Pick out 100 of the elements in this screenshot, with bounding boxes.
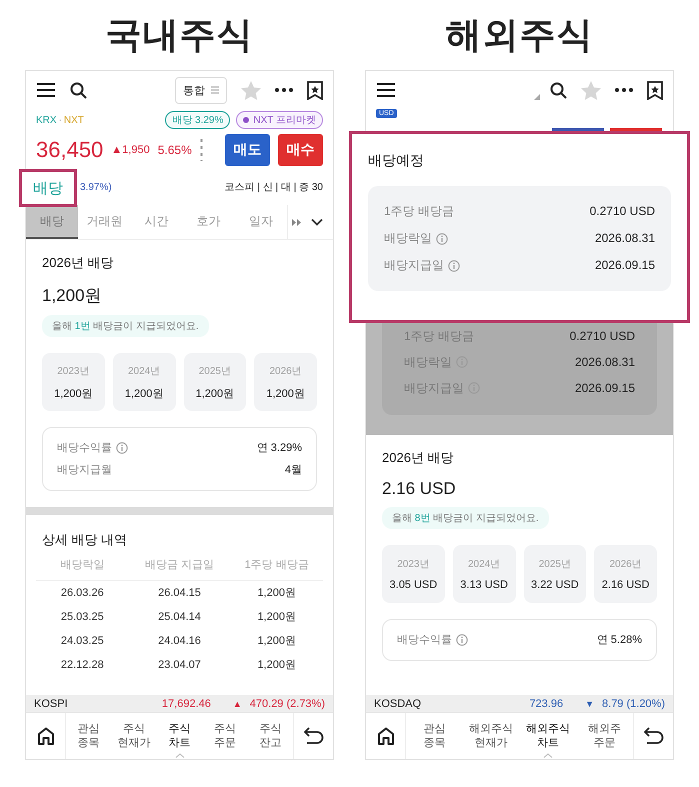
current-price: 36,450: [36, 137, 104, 163]
button-edge: [610, 128, 662, 131]
summary-value: 연 3.29%: [256, 441, 302, 456]
year-card[interactable]: 2024년 1,200원: [112, 353, 176, 411]
table-cell-text: 22.12.28: [60, 658, 105, 673]
row-label: 배당락일: [384, 230, 432, 247]
table-cell-text: 24.04.16: [157, 634, 202, 649]
nav-item[interactable]: 주식 현재가: [111, 713, 157, 759]
index-change: 470.29 (2.73%): [250, 698, 325, 710]
index-name: KOSDAQ: [374, 698, 422, 710]
index-value: 17,692.46: [162, 698, 211, 710]
caret-icon: [542, 753, 553, 758]
section-title: 2026년 배당: [382, 449, 455, 467]
index-arrow: ▼: [585, 698, 594, 708]
price-change: ▲1,950: [111, 144, 150, 156]
back-icon[interactable]: [644, 727, 664, 745]
year-card[interactable]: 2025년 3.22 USD: [524, 545, 586, 603]
row-value: 2026.08.31: [574, 354, 635, 371]
menu-icon[interactable]: [36, 82, 56, 98]
home-icon[interactable]: [376, 727, 394, 745]
market-info: 코스피 | 신 | 대 | 증 30: [224, 181, 323, 194]
badge[interactable]: NXT 프리마켓: [236, 111, 323, 129]
filter-button[interactable]: 통합: [175, 76, 227, 104]
market-separator: ·: [58, 114, 62, 126]
index-value: 723.96: [529, 698, 564, 710]
nav-item[interactable]: 해외주 주문: [576, 713, 633, 759]
year-card[interactable]: 2026년 2.16 USD: [594, 545, 657, 603]
info-icon[interactable]: [456, 634, 468, 646]
year-card[interactable]: 2024년 3.13 USD: [452, 545, 516, 603]
summary-label: 배당수익률: [397, 633, 452, 648]
more-icon[interactable]: [275, 88, 293, 92]
market-label: NXT: [64, 114, 84, 126]
summary-value: 4월: [284, 463, 302, 478]
paid-count-note: 올해 8번 배당금이 지급되었어요.: [382, 507, 549, 529]
row-label: 1주당 배당금: [384, 203, 454, 220]
dividend-amount: 2.16 USD: [382, 479, 457, 499]
info-icon[interactable]: [436, 232, 448, 244]
menu-icon[interactable]: [376, 82, 396, 98]
panel-title: 해외주식: [446, 12, 594, 56]
summary-label: 배당지급월: [57, 463, 112, 478]
table-cell-text: 1,200원: [256, 610, 297, 625]
market-label: KRX: [36, 114, 57, 126]
nav-item[interactable]: 주식 주문: [202, 713, 248, 759]
table-cell-text: 26.04.15: [157, 586, 202, 601]
table-cell-text: 24.03.25: [60, 634, 105, 649]
row-value: 2026.09.15: [574, 380, 635, 397]
index-name: KOSPI: [34, 698, 69, 710]
row-label: 배당지급일: [384, 257, 444, 274]
home-icon[interactable]: [36, 727, 54, 745]
double-arrow-icon[interactable]: [292, 218, 302, 226]
table-cell-text: 25.04.14: [157, 610, 202, 625]
nav-item[interactable]: 관심 종목: [406, 713, 463, 759]
table-cell-text: 1,200원: [256, 634, 297, 649]
bookmark-icon[interactable]: [307, 80, 323, 100]
callout-title: 배당예정: [368, 152, 425, 170]
corner-triangle-icon: [534, 94, 540, 100]
panel-title: 국내주식: [106, 12, 254, 56]
bookmark-icon[interactable]: [647, 80, 663, 100]
order-button[interactable]: 매수: [278, 134, 323, 166]
year-card[interactable]: 2026년 1,200원: [254, 353, 317, 411]
section-title: 상세 배당 내역: [41, 531, 128, 549]
column-header: 1주당 배당금: [230, 549, 323, 581]
column-header: 배당금 지급일: [128, 549, 230, 581]
summary-value: 연 5.28%: [596, 633, 642, 648]
row-value: 2026.09.15: [594, 257, 655, 274]
table-cell-text: 1,200원: [256, 658, 297, 673]
chevron-down-icon[interactable]: [311, 218, 324, 226]
info-icon[interactable]: [116, 442, 128, 454]
search-icon[interactable]: [70, 82, 87, 98]
nav-item[interactable]: 해외주식 현재가: [462, 713, 520, 759]
star-icon[interactable]: [581, 80, 601, 100]
nav-item[interactable]: 해외주식 차트: [520, 713, 576, 759]
nav-item[interactable]: 관심 종목: [66, 713, 112, 759]
year-card[interactable]: 2025년 1,200원: [184, 353, 246, 411]
table-cell-text: 23.04.07: [157, 658, 202, 673]
nav-item[interactable]: 주식 잔고: [248, 713, 294, 759]
year-card[interactable]: 2023년 1,200원: [42, 353, 105, 411]
search-icon[interactable]: [550, 82, 567, 98]
order-button[interactable]: 매도: [225, 134, 270, 166]
caret-icon: [174, 753, 185, 758]
row-value: 0.2710 USD: [590, 203, 655, 220]
sub-rate: 3.97%): [80, 182, 112, 192]
button-edge: [552, 128, 604, 131]
nav-item[interactable]: 주식 차트: [156, 713, 202, 759]
dotted-divider-icon: [200, 139, 203, 161]
tab-callout: 배당: [19, 169, 77, 207]
more-icon[interactable]: [615, 88, 633, 92]
row-value: 2026.08.31: [594, 230, 655, 247]
star-icon[interactable]: [241, 80, 261, 100]
list-icon: [211, 86, 219, 94]
table-cell-text: 26.03.26: [60, 586, 105, 601]
info-icon[interactable]: [448, 260, 460, 272]
year-card[interactable]: 2023년 3.05 USD: [382, 545, 445, 603]
dividend-amount: 1,200원: [42, 285, 103, 307]
index-arrow: ▲: [232, 698, 242, 708]
column-header: 배당락일: [36, 549, 129, 581]
table-cell-text: 1,200원: [256, 586, 297, 601]
back-icon[interactable]: [304, 727, 324, 745]
row-value: 0.2710 USD: [570, 328, 635, 345]
index-change: 8.79 (1.20%): [602, 698, 665, 710]
